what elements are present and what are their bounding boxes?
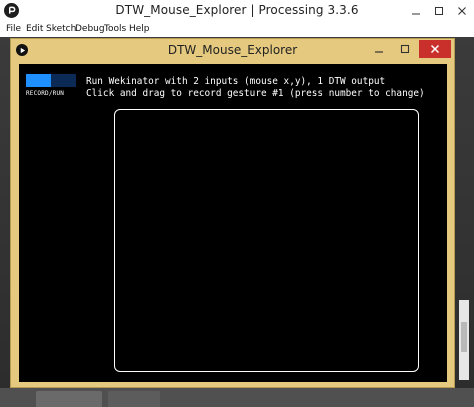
menu-help[interactable]: Help bbox=[129, 24, 150, 34]
gesture-drawing-area[interactable] bbox=[114, 109, 419, 372]
menu-sketch[interactable]: Sketch bbox=[46, 24, 76, 34]
ide-minimize-icon[interactable] bbox=[405, 0, 427, 22]
console-tab[interactable] bbox=[36, 391, 102, 407]
sketch-window: DTW_Mouse_Explorer RECORD/RUN Run Wekina… bbox=[10, 38, 455, 388]
close-icon[interactable] bbox=[419, 40, 451, 58]
maximize-icon[interactable] bbox=[392, 40, 417, 58]
ide-maximize-icon[interactable] bbox=[428, 0, 450, 22]
record-run-label: RECORD/RUN bbox=[26, 90, 65, 97]
errors-tab[interactable] bbox=[108, 391, 160, 407]
ide-window-title: DTW_Mouse_Explorer | Processing 3.3.6 bbox=[115, 3, 359, 17]
record-run-button[interactable] bbox=[26, 74, 51, 87]
ide-close-icon[interactable] bbox=[451, 0, 473, 22]
editor-scrollbar-thumb[interactable] bbox=[461, 322, 467, 352]
sketch-titlebar[interactable]: DTW_Mouse_Explorer bbox=[11, 39, 454, 61]
instruction-line-1: Run Wekinator with 2 inputs (mouse x,y),… bbox=[86, 76, 386, 87]
menu-tools[interactable]: Tools bbox=[104, 24, 126, 34]
instruction-line-2: Click and drag to record gesture #1 (pre… bbox=[86, 88, 425, 99]
menu-edit[interactable]: Edit bbox=[26, 24, 43, 34]
menu-debug[interactable]: Debug bbox=[75, 24, 105, 34]
menu-bar: File Edit Sketch Debug Tools Help bbox=[0, 22, 474, 37]
sketch-canvas[interactable]: RECORD/RUN Run Wekinator with 2 inputs (… bbox=[19, 64, 447, 382]
minimize-icon[interactable] bbox=[366, 40, 391, 58]
ide-titlebar: DTW_Mouse_Explorer | Processing 3.3.6 bbox=[0, 0, 474, 23]
menu-file[interactable]: File bbox=[6, 24, 21, 34]
